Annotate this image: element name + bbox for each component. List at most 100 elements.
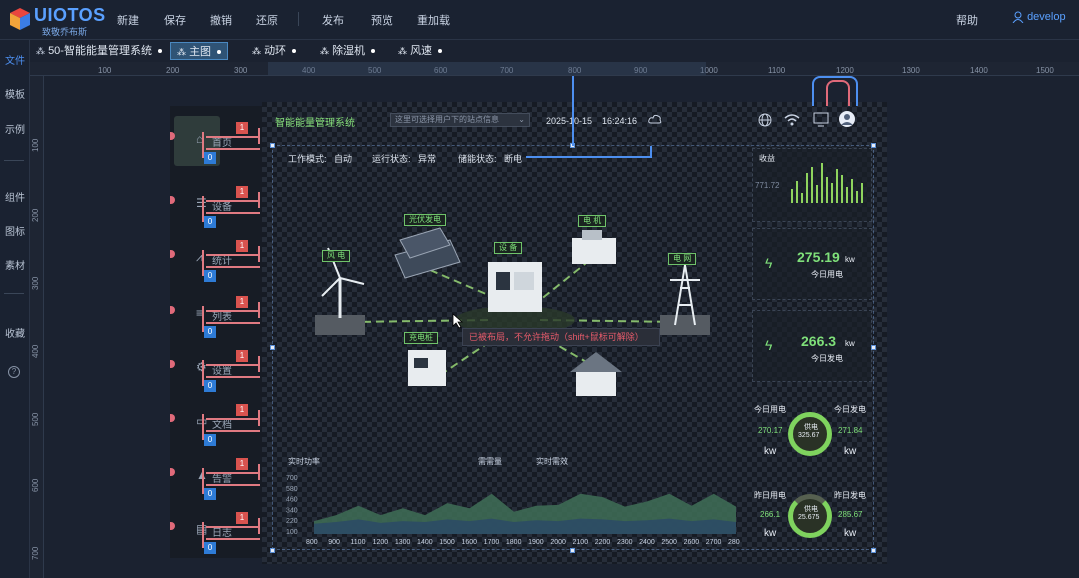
ring1-left-unit: kw — [764, 446, 777, 457]
revenue-bar — [791, 189, 793, 203]
connector-line — [206, 364, 260, 366]
resize-handle-nw[interactable] — [270, 143, 275, 148]
globe-icon[interactable] — [758, 113, 772, 127]
storage-state-value: 断电 — [504, 154, 523, 164]
help-button[interactable]: 帮助 — [956, 12, 978, 28]
revenue-card[interactable]: 收益 771.72 — [752, 148, 872, 222]
side-nav-item[interactable]: ⚙ 设置 1 0 — [170, 350, 262, 394]
connector-line — [258, 356, 260, 372]
rail-material[interactable]: 素材 — [0, 257, 30, 272]
connector-line — [206, 266, 260, 268]
connector-line — [258, 192, 260, 208]
tab-env[interactable]: ⁂ 动环 — [252, 42, 297, 60]
today-use-unit: kw — [845, 255, 855, 264]
revenue-label: 收益 — [759, 154, 775, 163]
revenue-bar — [861, 183, 863, 203]
yesterday-ring-card[interactable]: 昨日用电 昨日发电 266.1 285.67 kw kw 供电 25.675 — [752, 486, 872, 562]
preview-button[interactable]: 预览 — [371, 12, 393, 28]
monitor-icon[interactable] — [812, 110, 830, 128]
badge-count-bottom: 0 — [204, 270, 216, 282]
power-tower-icon — [660, 264, 710, 335]
revenue-bar — [796, 181, 798, 203]
rail-icon[interactable]: 图标 — [0, 223, 30, 238]
tab-node-icon: ⁂ — [177, 47, 186, 57]
tab-main[interactable]: ⁂ 主图 — [170, 42, 229, 60]
side-nav-item[interactable]: ⌂ 首页 1 0 — [170, 122, 262, 166]
link-line[interactable] — [526, 156, 652, 158]
x-tick-label: 2500 — [661, 539, 677, 546]
node-label-pv: 光伏发电 — [404, 214, 446, 226]
user-menu[interactable]: develop — [1012, 11, 1066, 24]
side-nav-item[interactable]: ≡ 列表 1 0 — [170, 296, 262, 340]
user-icon — [1012, 11, 1024, 24]
tab-wind-speed[interactable]: ⁂ 风速 — [398, 42, 443, 60]
connector-line — [206, 322, 260, 324]
link-line[interactable] — [650, 146, 652, 158]
new-button[interactable]: 新建 — [117, 12, 139, 28]
ring2-right-label: 昨日发电 — [834, 491, 866, 500]
x-tick-label: 1900 — [528, 539, 544, 546]
y-tick-label: 580 — [286, 486, 298, 493]
today-use-card[interactable]: ϟ 275.19 kw 今日用电 — [752, 228, 872, 300]
publish-button[interactable]: 发布 — [322, 12, 344, 28]
connector-dot — [170, 306, 175, 314]
tab-energy-system[interactable]: ⁂ 50-智能能量管理系统 — [36, 42, 162, 60]
left-rail: 文件 模板 示例 组件 图标 素材 收藏 ? — [0, 40, 30, 578]
ring2-right-value: 285.67 — [838, 510, 863, 519]
x-tick-label: 1400 — [417, 539, 433, 546]
resize-handle-sw[interactable] — [270, 548, 275, 553]
ring1-left-value: 270.17 — [758, 426, 783, 435]
side-nav-item[interactable]: ☰ 设备 1 0 — [170, 186, 262, 230]
charging-station-icon — [408, 350, 446, 386]
revenue-bar — [816, 185, 818, 203]
connector-line — [206, 254, 260, 256]
energy-topology-diagram[interactable] — [300, 200, 730, 410]
logo-cube-icon — [10, 8, 30, 30]
rail-favorite[interactable]: 收藏 — [0, 325, 30, 340]
realtime-power-area-chart[interactable]: 700 580 460 340 220 100 800 900 1100 1200 1300 1400… — [284, 470, 740, 548]
resize-handle-s[interactable] — [570, 548, 575, 553]
revenue-bar — [806, 173, 808, 203]
side-nav-item[interactable]: ▤ 日志 1 0 — [170, 512, 262, 556]
site-select[interactable]: 这里可选择用户下的站点信息 ⌄ — [390, 113, 530, 127]
node-label-motor: 电 机 — [578, 215, 607, 227]
storage-state-label: 储能状态: — [458, 154, 497, 164]
rail-template[interactable]: 模板 — [0, 86, 30, 101]
connector-line — [206, 526, 260, 528]
today-ring-card[interactable]: 今日用电 今日发电 270.17 271.84 kw kw 供电 325.67 — [752, 400, 872, 484]
rail-file[interactable]: 文件 — [0, 52, 30, 67]
resize-handle-w[interactable] — [270, 345, 275, 350]
rail-component[interactable]: 组件 — [0, 189, 30, 204]
tab-dehumidifier[interactable]: ⁂ 除湿机 — [320, 42, 376, 60]
undo-button[interactable]: 撤销 — [210, 12, 232, 28]
side-nav-item[interactable]: ▲ 告警 1 0 — [170, 458, 262, 502]
reload-button[interactable]: 重加载 — [417, 12, 450, 28]
side-nav-item[interactable]: ▭ 文档 1 0 — [170, 404, 262, 448]
resize-handle-e[interactable] — [871, 345, 876, 350]
vertical-ruler[interactable]: 100 200 300 400 500 600 700 — [30, 76, 44, 578]
user-avatar-icon[interactable] — [838, 110, 856, 128]
resize-handle-se[interactable] — [871, 548, 876, 553]
resize-handle-ne[interactable] — [871, 143, 876, 148]
restore-button[interactable]: 还原 — [256, 12, 278, 28]
ruler-tick: 100 — [98, 66, 112, 75]
horizontal-ruler[interactable]: 100 200 300 400 500 600 700 800 900 1000… — [30, 62, 1079, 76]
side-nav-item[interactable]: ⩘ 统计 1 0 — [170, 240, 262, 284]
wifi-icon[interactable] — [784, 113, 800, 127]
help-circle-icon[interactable]: ? — [8, 366, 20, 378]
app-logo[interactable]: UIOTOS 致敬乔布斯 — [8, 5, 108, 37]
link-line[interactable] — [572, 76, 574, 146]
badge-count-top: 1 — [236, 458, 248, 470]
badge-count-top: 1 — [236, 404, 248, 416]
badge-count-top: 1 — [236, 186, 248, 198]
rail-example[interactable]: 示例 — [0, 121, 30, 136]
y-tick-label: 220 — [286, 518, 298, 525]
revenue-bar — [841, 175, 843, 203]
link-loop-pink[interactable] — [826, 80, 850, 106]
ruler-tick: 600 — [31, 478, 40, 492]
ring1-center-value: 325.67 — [798, 432, 820, 439]
ring1-right-unit: kw — [844, 446, 857, 457]
today-gen-card[interactable]: ϟ 266.3 kw 今日发电 — [752, 310, 872, 382]
save-button[interactable]: 保存 — [164, 12, 186, 28]
ruler-tick: 1100 — [768, 66, 786, 75]
